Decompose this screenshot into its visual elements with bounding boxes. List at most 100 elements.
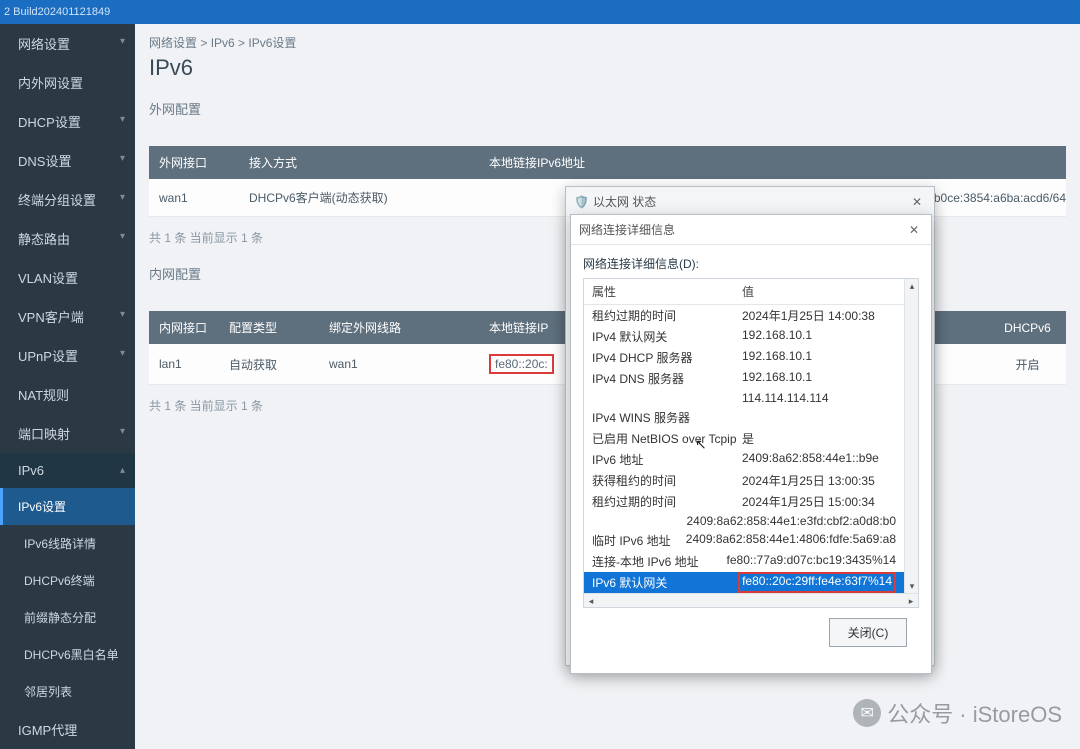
horizontal-scrollbar[interactable]: ◂ ▸ [584, 593, 918, 607]
list-item[interactable]: 连接-本地 IPv6 地址fe80::77a9:d07c:bc19:3435%1… [584, 551, 904, 572]
list-item[interactable]: IPv6 地址2409:8a62:858:44e1::b9e [584, 449, 904, 470]
list-item[interactable]: 已启用 NetBIOS over Tcpip是 [584, 428, 904, 449]
close-icon[interactable]: ✕ [908, 195, 926, 209]
col-key: 属性 [592, 283, 742, 300]
sidebar-item-ipv6-linedetail[interactable]: IPv6线路详情 [0, 525, 135, 562]
list-item[interactable]: IPv6 默认网关fe80::20c:29ff:fe4e:63f7%14 [584, 572, 904, 593]
sidebar-item-portforward[interactable]: 端口映射▾ [0, 414, 135, 453]
prop-key [592, 514, 686, 528]
sidebar-item-dhcp[interactable]: DHCP设置▾ [0, 102, 135, 141]
sidebar-item-nat[interactable]: NAT规则 [0, 375, 135, 414]
scroll-right-icon[interactable]: ▸ [904, 594, 918, 608]
dialog-title: 网络连接详细信息 [579, 221, 905, 238]
chevron-down-icon: ▾ [120, 153, 125, 164]
chevron-up-icon: ▴ [120, 465, 125, 476]
sidebar-item-ipv6[interactable]: IPv6▴ [0, 453, 135, 488]
sidebar-item-termgroup[interactable]: 终端分组设置▾ [0, 180, 135, 219]
prop-value: 192.168.10.1 [742, 370, 896, 387]
list-item[interactable]: 租约过期的时间2024年1月25日 14:00:38 [584, 305, 904, 326]
prop-value: fe80::20c:29ff:fe4e:63f7%14 [738, 572, 896, 593]
prop-key: IPv6 默认网关 [592, 574, 738, 591]
scroll-up-icon[interactable]: ▴ [905, 279, 919, 293]
shield-icon: 🛡️ [574, 195, 589, 209]
scroll-left-icon[interactable]: ◂ [584, 594, 598, 608]
dialog-title: 以太网 状态 [593, 193, 908, 210]
list-item[interactable]: 114.114.114.114 [584, 389, 904, 407]
prop-key: 获得租约的时间 [592, 472, 742, 489]
sidebar-item-upnp[interactable]: UPnP设置▾ [0, 336, 135, 375]
prop-key: IPv6 地址 [592, 451, 742, 468]
prop-value: 2409:8a62:858:44e1:e3fd:cbf2:a0d8:b0 [686, 514, 896, 528]
breadcrumb: 网络设置 > IPv6 > IPv6设置 [149, 34, 1066, 51]
lan-th-dhcpv6: DHCPv6 [989, 311, 1066, 344]
col-val: 值 [742, 283, 896, 300]
prop-key: IPv4 默认网关 [592, 328, 742, 345]
prop-key: IPv4 DHCP 服务器 [592, 349, 742, 366]
prop-key: IPv4 WINS 服务器 [592, 409, 742, 426]
lan-th-bind: 绑定外网线路 [319, 311, 479, 344]
prop-key [592, 391, 742, 405]
topbar: 2 Build202401121849 [0, 0, 1080, 24]
chevron-down-icon: ▾ [120, 426, 125, 437]
prop-value: 192.168.10.1 [742, 349, 896, 366]
prop-key: 已启用 NetBIOS over Tcpip [592, 430, 742, 447]
wan-section-label: 外网配置 [149, 99, 1066, 118]
wan-th-lladdr: 本地链接IPv6地址 [479, 146, 1066, 179]
sidebar: 网络设置▾ 内外网设置 DHCP设置▾ DNS设置▾ 终端分组设置▾ 静态路由▾… [0, 24, 135, 749]
prop-key: 租约过期的时间 [592, 493, 742, 510]
list-item[interactable]: IPv4 DHCP 服务器192.168.10.1 [584, 347, 904, 368]
network-detail-dialog: 网络连接详细信息 ✕ 网络连接详细信息(D): 属性 值 租约过期的时间2024… [570, 214, 932, 674]
sidebar-item-ipv6-settings[interactable]: IPv6设置 [0, 488, 135, 525]
lan-lladdr-highlight: fe80::20c: [489, 354, 554, 374]
wan-th-mode: 接入方式 [239, 146, 479, 179]
list-item[interactable]: 租约过期的时间2024年1月25日 15:00:34 [584, 491, 904, 512]
prop-value: 192.168.10.1 [742, 328, 896, 345]
prop-value: fe80::77a9:d07c:bc19:3435%14 [727, 553, 896, 570]
scroll-down-icon[interactable]: ▾ [905, 579, 919, 593]
watermark-text: 公众号 · iStoreOS [887, 697, 1062, 729]
dialog-body-label: 网络连接详细信息(D): [583, 255, 919, 272]
list-item[interactable]: 2409:8a62:858:44e1:e3fd:cbf2:a0d8:b0 [584, 512, 904, 530]
wan-th-iface: 外网接口 [149, 146, 239, 179]
list-item[interactable]: 临时 IPv6 地址2409:8a62:858:44e1:4806:fdfe:5… [584, 530, 904, 551]
wan-mode: DHCPv6客户端(动态获取) [239, 179, 479, 217]
sidebar-item-prefix-static[interactable]: 前缀静态分配 [0, 599, 135, 636]
list-item[interactable]: 获得租约的时间2024年1月25日 13:00:35 [584, 470, 904, 491]
prop-value: 2024年1月25日 13:00:35 [742, 472, 896, 489]
prop-value: 2024年1月25日 15:00:34 [742, 493, 896, 510]
lan-mode: 自动获取 [219, 344, 319, 385]
build-label: 2 Build202401121849 [4, 6, 110, 18]
page-title: IPv6 [149, 55, 1066, 81]
sidebar-item-wanlan[interactable]: 内外网设置 [0, 63, 135, 102]
list-item[interactable]: IPv4 默认网关192.168.10.1 [584, 326, 904, 347]
sidebar-item-neighbors[interactable]: 邻居列表 [0, 673, 135, 710]
prop-key: 租约过期的时间 [592, 307, 742, 324]
close-button[interactable]: 关闭(C) [829, 618, 907, 647]
sidebar-item-dhcpv6-clients[interactable]: DHCPv6终端 [0, 562, 135, 599]
lan-iface: lan1 [149, 344, 219, 385]
lan-dhcpv6: 开启 [989, 344, 1066, 385]
prop-value: 114.114.114.114 [742, 391, 896, 405]
sidebar-item-vpn[interactable]: VPN客户端▾ [0, 297, 135, 336]
list-item[interactable]: IPv4 DNS 服务器192.168.10.1 [584, 368, 904, 389]
prop-key: 临时 IPv6 地址 [592, 532, 686, 549]
chevron-down-icon: ▾ [120, 192, 125, 203]
wan-iface: wan1 [149, 179, 239, 217]
chevron-down-icon: ▾ [120, 309, 125, 320]
sidebar-item-network[interactable]: 网络设置▾ [0, 24, 135, 63]
list-item[interactable]: IPv4 WINS 服务器 [584, 407, 904, 428]
sidebar-item-dns[interactable]: DNS设置▾ [0, 141, 135, 180]
close-icon[interactable]: ✕ [905, 223, 923, 237]
sidebar-item-staticroute[interactable]: 静态路由▾ [0, 219, 135, 258]
prop-value: 2409:8a62:858:44e1:4806:fdfe:5a69:a8 [686, 532, 896, 549]
sidebar-item-dhcpv6-bwlist[interactable]: DHCPv6黑白名单 [0, 636, 135, 673]
chevron-down-icon: ▾ [120, 36, 125, 47]
detail-list: 属性 值 租约过期的时间2024年1月25日 14:00:38IPv4 默认网关… [583, 278, 919, 608]
vertical-scrollbar[interactable]: ▴ ▾ [904, 279, 918, 593]
lan-bind: wan1 [319, 344, 479, 385]
chevron-down-icon: ▾ [120, 348, 125, 359]
chevron-down-icon: ▾ [120, 231, 125, 242]
sidebar-item-igmp[interactable]: IGMP代理 [0, 710, 135, 749]
sidebar-item-vlan[interactable]: VLAN设置 [0, 258, 135, 297]
wechat-icon: ✉ [853, 699, 881, 727]
